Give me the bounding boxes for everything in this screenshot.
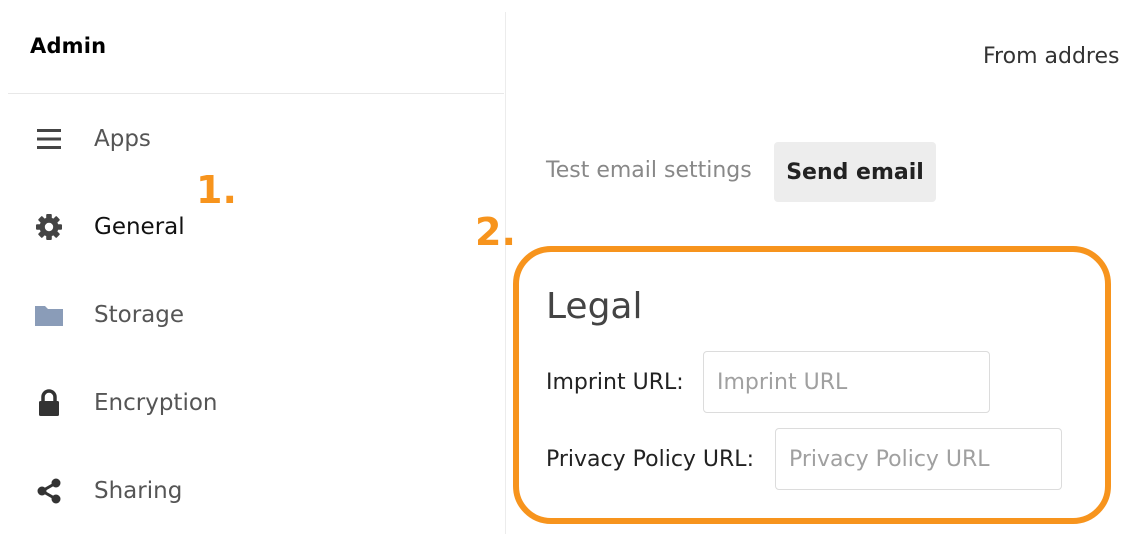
- lock-icon: [34, 388, 64, 418]
- sidebar-item-general[interactable]: General: [0, 197, 505, 257]
- sidebar-item-label: Encryption: [94, 390, 218, 416]
- sidebar-item-label: Sharing: [94, 478, 183, 504]
- sidebar-item-label: General: [94, 214, 185, 240]
- from-address-label: From addres: [983, 44, 1120, 69]
- test-email-label: Test email settings: [546, 158, 752, 183]
- imprint-url-label: Imprint URL:: [546, 370, 684, 395]
- sidebar-item-encryption[interactable]: Encryption: [0, 373, 505, 433]
- sidebar-item-label: Storage: [94, 302, 184, 328]
- privacy-policy-url-label: Privacy Policy URL:: [546, 447, 754, 472]
- imprint-url-input[interactable]: [703, 351, 990, 413]
- share-icon: [34, 476, 64, 506]
- sidebar-item-label: Apps: [94, 126, 151, 152]
- sidebar-item-storage[interactable]: Storage: [0, 285, 505, 345]
- admin-settings-page: Admin Apps General Storage Encryption Sh…: [0, 0, 1132, 534]
- sidebar-title: Admin: [30, 34, 107, 58]
- menu-icon: [34, 124, 64, 154]
- sidebar-item-apps[interactable]: Apps: [0, 109, 505, 169]
- gear-icon: [34, 212, 64, 242]
- legal-section-title: Legal: [546, 286, 643, 327]
- annotation-step-2: 2.: [475, 210, 516, 254]
- sidebar: Admin Apps General Storage Encryption Sh…: [0, 0, 505, 534]
- annotation-step-1: 1.: [196, 168, 237, 212]
- sidebar-header: Admin: [8, 12, 504, 94]
- privacy-policy-url-input[interactable]: [775, 428, 1062, 490]
- sidebar-item-sharing[interactable]: Sharing: [0, 461, 505, 521]
- send-email-button[interactable]: Send email: [774, 142, 936, 202]
- folder-icon: [34, 300, 64, 330]
